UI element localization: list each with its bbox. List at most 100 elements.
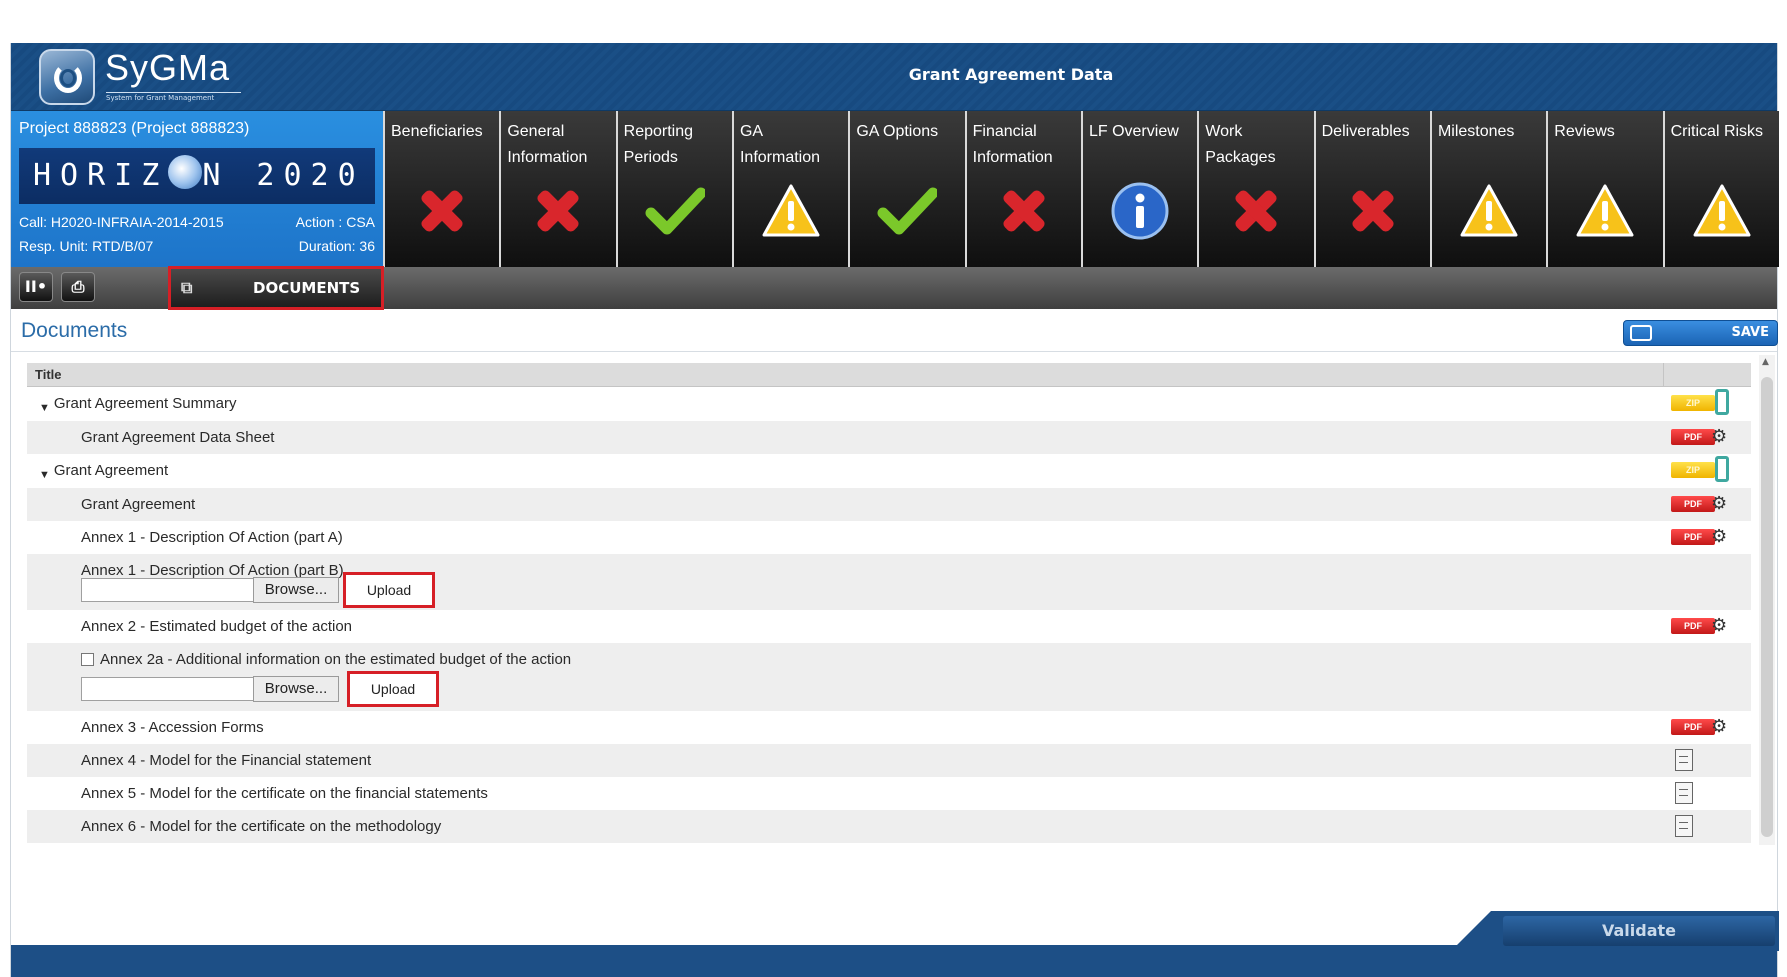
red-x-icon bbox=[528, 181, 588, 241]
zip-download-icon[interactable]: ZIP bbox=[1671, 456, 1735, 484]
row-title: Grant Agreement Data Sheet bbox=[81, 429, 274, 446]
form-document-icon[interactable] bbox=[1675, 782, 1693, 804]
form-document-icon[interactable] bbox=[1675, 815, 1693, 837]
pdf-download-icon[interactable]: PDF ⚙ bbox=[1671, 423, 1735, 451]
pause-button[interactable]: II• bbox=[19, 272, 53, 302]
red-x-icon bbox=[1226, 181, 1286, 241]
pdf-badge: PDF bbox=[1671, 529, 1715, 545]
gear-icon: ⚙ bbox=[1711, 426, 1728, 446]
banner-left: HORIZ bbox=[33, 158, 169, 193]
tab-label: GA Information bbox=[739, 123, 821, 166]
row-label: Grant Agreement bbox=[53, 462, 169, 479]
zip-badge: ZIP bbox=[1671, 395, 1715, 411]
divider bbox=[11, 351, 1777, 352]
sygma-logo-icon bbox=[39, 49, 95, 105]
file-path-input[interactable] bbox=[81, 578, 253, 602]
validate-button[interactable]: Validate bbox=[1503, 916, 1775, 946]
browse-button[interactable]: Browse... bbox=[253, 577, 339, 603]
documents-icon: ⧉ bbox=[181, 278, 193, 297]
logo-text: SyGMa bbox=[105, 47, 231, 88]
table-header: Title bbox=[27, 363, 1751, 387]
tab-ga-options[interactable]: GA Options bbox=[848, 111, 965, 267]
expand-caret-icon[interactable]: ▼ bbox=[39, 402, 50, 414]
scroll-up-icon[interactable]: ▲ bbox=[1762, 357, 1769, 367]
upload-button[interactable]: Upload bbox=[343, 572, 435, 608]
horizon-2020-banner: HORIZ N 2020 bbox=[19, 148, 375, 204]
tab-label: Reporting Periods bbox=[623, 123, 694, 166]
tab-deliverables[interactable]: Deliverables bbox=[1313, 111, 1430, 267]
tab-label: Critical Risks bbox=[1670, 123, 1764, 140]
tab-documents[interactable]: ⧉ DOCUMENTS bbox=[168, 266, 384, 310]
table-row: Annex 2 - Estimated budget of the action… bbox=[27, 610, 1751, 643]
row-label: Annex 5 - Model for the certificate on t… bbox=[81, 785, 488, 802]
row-title: Annex 1 - Description Of Action (part A) bbox=[81, 529, 343, 546]
red-x-icon bbox=[1343, 181, 1403, 241]
form-document-icon[interactable] bbox=[1675, 749, 1693, 771]
tab-label: LF Overview bbox=[1088, 123, 1179, 140]
row-title: ▼ Grant Agreement bbox=[39, 462, 169, 481]
column-actions-header bbox=[1663, 363, 1751, 387]
project-action: Action : CSA bbox=[295, 214, 375, 230]
globe-icon bbox=[168, 155, 203, 189]
logo-subtitle: System for Grant Management bbox=[106, 92, 241, 102]
tab-reviews[interactable]: Reviews bbox=[1546, 111, 1663, 267]
tab-financial-information[interactable]: Financial Information bbox=[964, 111, 1081, 267]
page-title: Grant Agreement Data bbox=[908, 65, 1114, 84]
row-label: Annex 3 - Accession Forms bbox=[81, 719, 264, 736]
row-label: Annex 6 - Model for the certificate on t… bbox=[81, 818, 442, 835]
tab-label: Work Packages bbox=[1205, 123, 1276, 166]
pdf-download-icon[interactable]: PDF ⚙ bbox=[1671, 612, 1735, 640]
save-label: SAVE bbox=[1731, 325, 1769, 340]
tab-beneficiaries[interactable]: Beneficiaries bbox=[383, 111, 500, 267]
save-button[interactable]: SAVE bbox=[1623, 320, 1778, 346]
row-title: Annex 5 - Model for the certificate on t… bbox=[81, 785, 488, 802]
tab-lf-overview[interactable]: LF Overview bbox=[1080, 111, 1198, 267]
tab-work-packages[interactable]: Work Packages bbox=[1197, 111, 1314, 267]
column-title-header: Title bbox=[35, 367, 62, 382]
red-x-icon bbox=[412, 181, 472, 241]
tab-reporting-periods[interactable]: Reporting Periods bbox=[615, 111, 732, 267]
save-icon bbox=[1630, 325, 1652, 341]
row-label: Annex 1 - Description Of Action (part A) bbox=[81, 529, 343, 546]
pdf-download-icon[interactable]: PDF ⚙ bbox=[1671, 523, 1735, 551]
tab-label: Deliverables bbox=[1321, 123, 1410, 140]
green-check-icon bbox=[645, 181, 707, 241]
row-checkbox[interactable] bbox=[81, 653, 94, 666]
upload-button[interactable]: Upload bbox=[347, 671, 439, 707]
pdf-download-icon[interactable]: PDF ⚙ bbox=[1671, 490, 1735, 518]
project-unit-row: Resp. Unit: RTD/B/07 Duration: 36 bbox=[19, 238, 375, 254]
paperclip-icon bbox=[1715, 456, 1729, 482]
row-label: Annex 2a - Additional information on the… bbox=[100, 651, 572, 668]
row-title: Annex 3 - Accession Forms bbox=[81, 719, 264, 736]
green-check-icon bbox=[877, 181, 939, 241]
gear-icon: ⚙ bbox=[1711, 493, 1728, 513]
row-label: Annex 2 - Estimated budget of the action bbox=[81, 618, 353, 635]
project-info-panel: Project 888823 (Project 888823) HORIZ N 2… bbox=[11, 111, 383, 267]
zip-download-icon[interactable]: ZIP bbox=[1671, 389, 1735, 417]
tab-general-information[interactable]: General Information bbox=[499, 111, 616, 267]
tab-label: Financial Information bbox=[972, 123, 1053, 166]
tab-critical-risks[interactable]: Critical Risks bbox=[1662, 111, 1779, 267]
row-title: ▼ Grant Agreement Summary bbox=[39, 395, 236, 414]
file-path-input[interactable] bbox=[81, 677, 253, 701]
table-row: Annex 4 - Model for the Financial statem… bbox=[27, 744, 1751, 777]
table-row: ▼ Grant Agreement ZIP bbox=[27, 454, 1751, 488]
vertical-scrollbar[interactable]: ▲ bbox=[1759, 355, 1775, 845]
project-call-row: Call: H2020-INFRAIA-2014-2015 Action : C… bbox=[19, 214, 375, 230]
pdf-download-icon[interactable]: PDF ⚙ bbox=[1671, 713, 1735, 741]
tab-documents-label: DOCUMENTS bbox=[253, 279, 361, 297]
banner-right: N 2020 bbox=[202, 158, 365, 193]
browse-button[interactable]: Browse... bbox=[253, 676, 339, 702]
scroll-thumb[interactable] bbox=[1761, 377, 1773, 837]
tab-milestones[interactable]: Milestones bbox=[1429, 111, 1547, 267]
row-title: Annex 4 - Model for the Financial statem… bbox=[81, 752, 371, 769]
expand-caret-icon[interactable]: ▼ bbox=[39, 469, 50, 481]
paperclip-icon bbox=[1715, 389, 1729, 415]
row-title: Annex 6 - Model for the certificate on t… bbox=[81, 818, 441, 835]
print-button[interactable]: ⎙ bbox=[61, 272, 95, 302]
toolbar: II• ⎙ ⧉ DOCUMENTS bbox=[11, 266, 1777, 310]
row-title: Grant Agreement bbox=[81, 496, 195, 513]
tab-ga-information[interactable]: GA Information bbox=[731, 111, 849, 267]
warning-icon bbox=[1459, 181, 1519, 241]
sygma-app: SyGMa System for Grant Management Grant … bbox=[10, 43, 1779, 977]
